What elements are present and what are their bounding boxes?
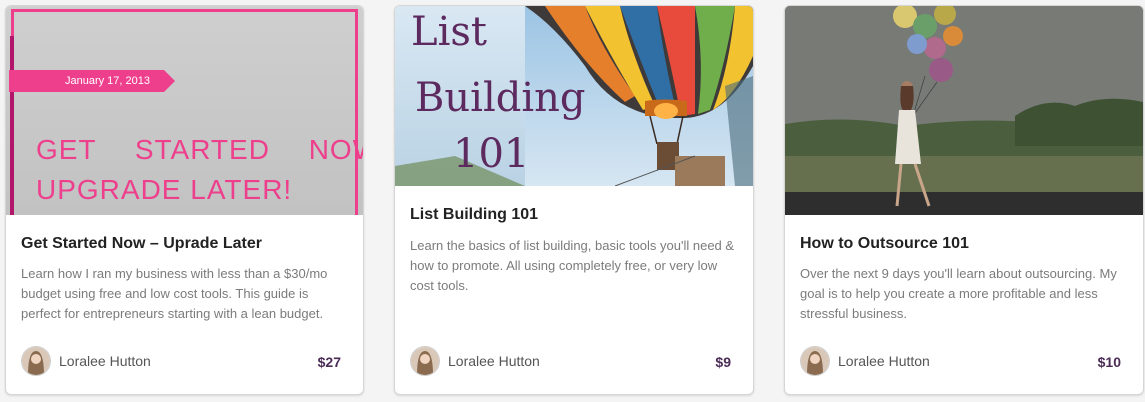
product-thumbnail[interactable]: January 17, 2013 GET STARTED NOW! UPGRAD…: [6, 6, 363, 215]
thumbnail-headline-1: GET STARTED NOW!: [36, 134, 363, 165]
woman-with-balloons-photo: [785, 6, 1143, 215]
thumbnail-word-list: List: [411, 9, 487, 55]
thumbnail-headline-2: UPGRADE LATER!: [36, 174, 293, 205]
avatar: [800, 346, 830, 376]
author[interactable]: Loralee Hutton: [410, 346, 540, 376]
avatar: [410, 346, 440, 376]
product-title[interactable]: Get Started Now – Uprade Later: [21, 235, 348, 253]
thumbnail-word-building: Building: [415, 75, 586, 121]
price: $9: [715, 354, 731, 370]
author[interactable]: Loralee Hutton: [800, 346, 930, 376]
author-name: Loralee Hutton: [838, 353, 930, 369]
product-description: Learn how I ran my business with less th…: [21, 266, 328, 321]
product-card-get-started[interactable]: January 17, 2013 GET STARTED NOW! UPGRAD…: [5, 5, 364, 395]
product-title[interactable]: List Building 101: [410, 206, 738, 224]
product-title[interactable]: How to Outsource 101: [800, 235, 1128, 253]
product-card-outsource[interactable]: How to Outsource 101 Over the next 9 day…: [784, 5, 1144, 395]
product-description: Over the next 9 days you'll learn about …: [800, 266, 1117, 321]
pink-strip: [10, 36, 14, 215]
product-card-list-building[interactable]: List Building 101 List Building 101 Lear…: [394, 5, 754, 395]
price: $10: [1097, 354, 1121, 370]
author-name: Loralee Hutton: [59, 353, 151, 369]
thumbnail-word-101: 101: [453, 131, 530, 177]
product-description: Learn the basics of list building, basic…: [410, 238, 735, 293]
author[interactable]: Loralee Hutton: [21, 346, 151, 376]
product-thumbnail[interactable]: List Building 101: [395, 6, 753, 186]
price: $27: [317, 354, 341, 370]
avatar: [21, 346, 51, 376]
author-name: Loralee Hutton: [448, 353, 540, 369]
date-tag: January 17, 2013: [9, 70, 175, 92]
product-thumbnail[interactable]: [785, 6, 1143, 215]
